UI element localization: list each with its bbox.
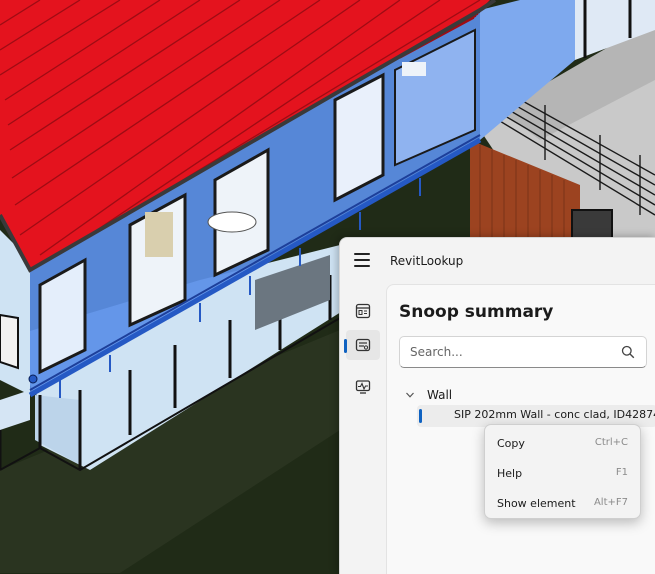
tree-group-label: Wall [427, 388, 453, 402]
menu-item-label: Show element [497, 497, 576, 510]
menu-item-label: Copy [497, 437, 525, 450]
title-bar: RevitLookup [340, 238, 655, 284]
app-title: RevitLookup [390, 254, 464, 268]
nav-dashboard[interactable] [346, 296, 380, 326]
menu-item-show-element[interactable]: Show element Alt+F7 [489, 490, 636, 518]
dashboard-icon [355, 303, 371, 319]
hamburger-menu-icon[interactable] [354, 253, 370, 267]
nav-events-monitor[interactable] [346, 372, 380, 402]
tree-group-wall[interactable]: Wall [405, 386, 452, 404]
tree-item-label: SIP 202mm Wall - conc clad, ID428748 [454, 408, 655, 421]
snoop-icon [355, 338, 371, 352]
menu-item-shortcut: Alt+F7 [593, 497, 628, 508]
menu-item-copy[interactable]: Copy Ctrl+C [489, 430, 636, 458]
chevron-down-icon[interactable] [405, 390, 415, 400]
navigation-rail [340, 284, 386, 574]
menu-item-help[interactable]: Help F1 [489, 460, 636, 488]
search-box[interactable] [399, 336, 647, 368]
menu-item-shortcut: F1 [615, 467, 628, 478]
revitlookup-window: RevitLookup Snoop summary Wall SIP 202mm… [339, 237, 655, 574]
search-input[interactable] [410, 343, 610, 361]
search-icon[interactable] [621, 345, 635, 359]
page-title: Snoop summary [399, 302, 554, 322]
nav-snoop-summary[interactable] [344, 330, 380, 360]
menu-item-label: Help [497, 467, 523, 480]
menu-item-shortcut: Ctrl+C [594, 437, 628, 448]
nav-active-indicator [344, 339, 347, 353]
selection-indicator [419, 409, 422, 423]
context-menu: Copy Ctrl+C Help F1 Show element Alt+F7 [484, 424, 641, 519]
monitor-icon [355, 380, 371, 394]
